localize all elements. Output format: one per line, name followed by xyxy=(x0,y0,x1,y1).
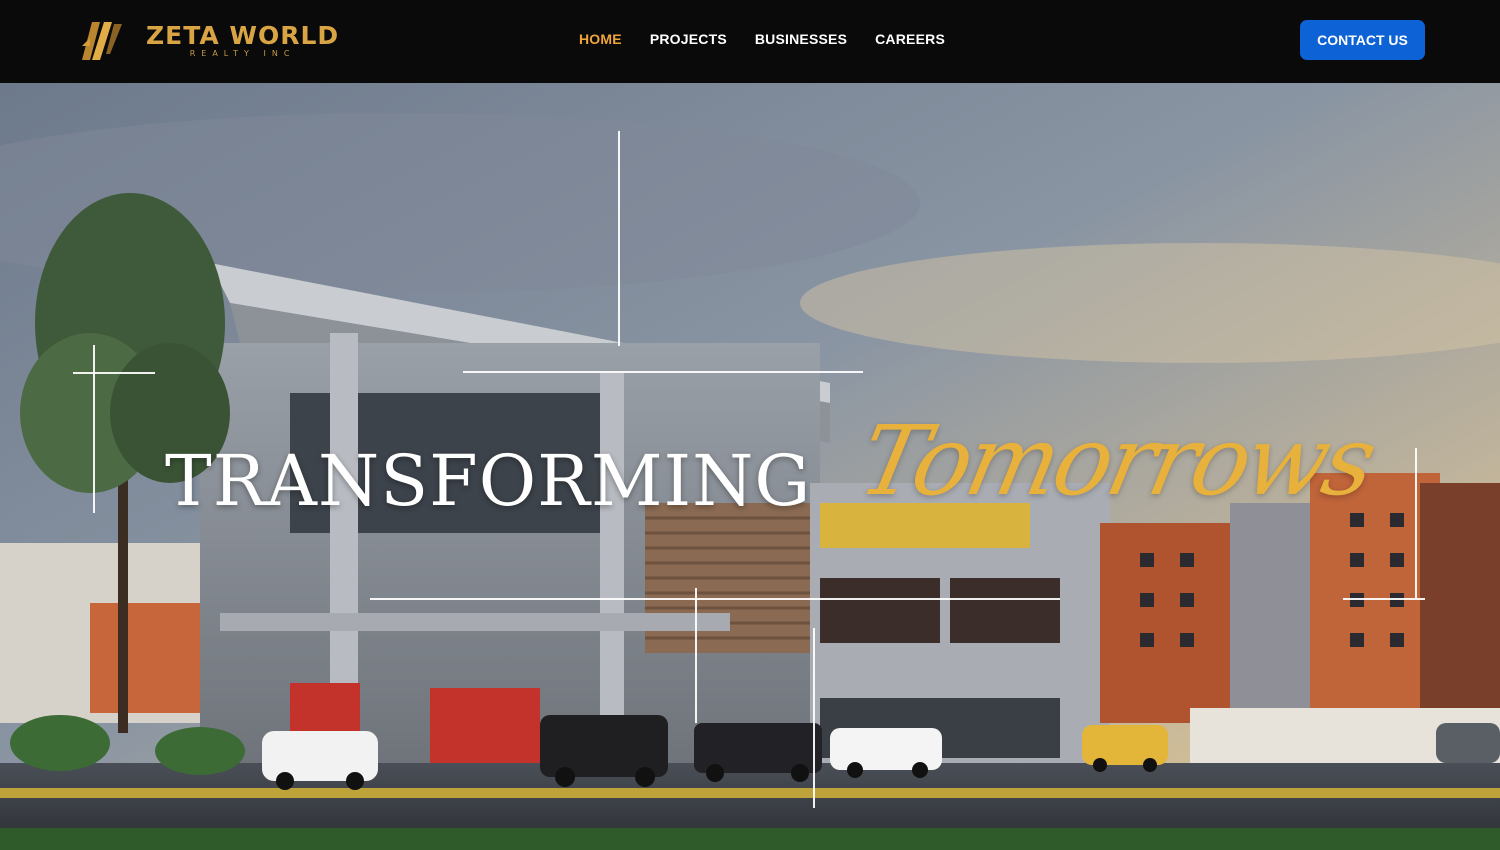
decorative-line xyxy=(1343,598,1425,600)
hero-script-title: Tomorrows xyxy=(850,405,1383,517)
decorative-line xyxy=(93,345,95,513)
hero-title: TRANSFORMING xyxy=(165,440,812,522)
decorative-line xyxy=(463,371,863,373)
site-header: ZETA WORLD REALTY INC HOME PROJECTS BUSI… xyxy=(0,0,1500,83)
decorative-line xyxy=(370,598,1060,600)
nav-home[interactable]: HOME xyxy=(579,30,622,48)
logo-mark-icon xyxy=(82,22,122,60)
decorative-line xyxy=(618,131,620,346)
decorative-line xyxy=(695,588,697,723)
hero-banner: TRANSFORMING Tomorrows xyxy=(0,83,1500,850)
decorative-line xyxy=(1415,448,1417,598)
logo[interactable]: ZETA WORLD REALTY INC xyxy=(78,14,368,68)
nav-careers[interactable]: CAREERS xyxy=(875,30,945,48)
decorative-line xyxy=(813,628,815,808)
logo-name: ZETA WORLD xyxy=(146,21,340,50)
nav-projects[interactable]: PROJECTS xyxy=(650,30,727,48)
main-nav: HOME PROJECTS BUSINESSES CAREERS xyxy=(579,30,973,48)
decorative-line xyxy=(73,372,155,374)
logo-subtitle: REALTY INC xyxy=(189,49,296,58)
nav-businesses[interactable]: BUSINESSES xyxy=(755,30,847,48)
contact-us-button[interactable]: CONTACT US xyxy=(1300,20,1425,60)
